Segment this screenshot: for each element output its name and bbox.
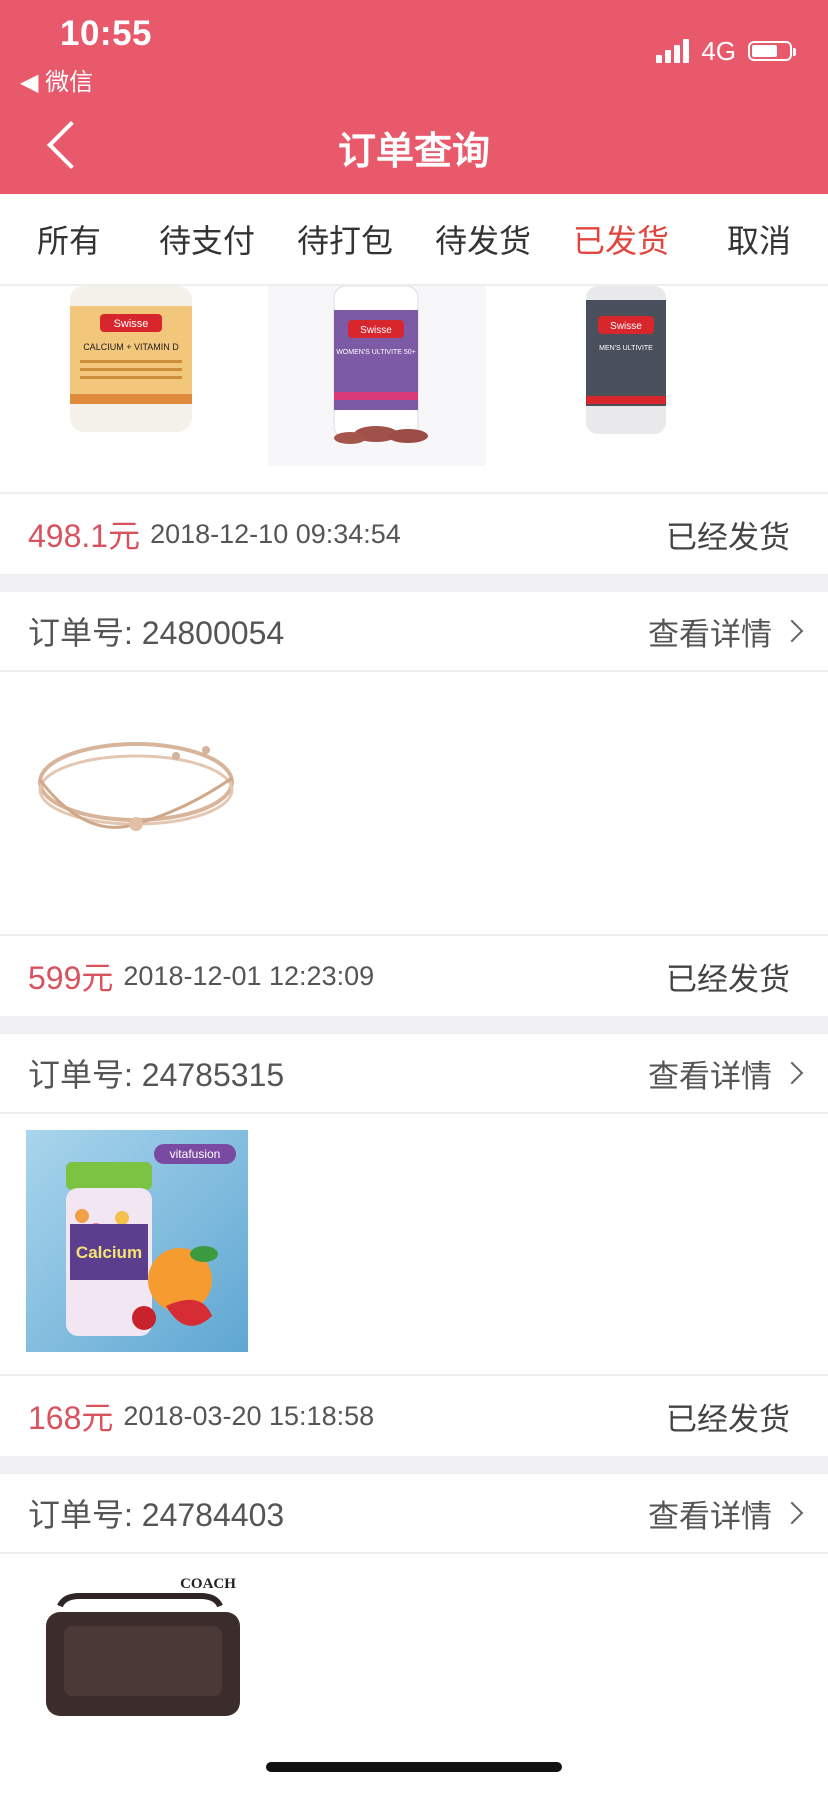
tab-pending-packing[interactable]: 待打包 xyxy=(276,194,414,284)
order-number: 订单号: 24800054 xyxy=(28,615,285,651)
order-summary-row: 498.1元 2018-12-10 09:34:54 已经发货 xyxy=(0,494,828,574)
product-name: WOMEN'S ULTIVITE 50+ xyxy=(336,349,416,356)
order-header: 订单号: 24785315 查看详情 xyxy=(0,1034,828,1114)
order-list: Swisse CALCIUM + VITAMIN D Swisse WOMEN'… xyxy=(0,286,828,1716)
order-summary-row: 168元 2018-03-20 15:18:58 已经发货 xyxy=(0,1376,828,1456)
product-thumbnail[interactable]: Swisse CALCIUM + VITAMIN D xyxy=(66,286,196,434)
view-details-label: 查看详情 xyxy=(648,1498,772,1534)
order-price: 498.1元 xyxy=(28,518,141,554)
brand-swisse: Swisse xyxy=(610,321,642,332)
brand-vitafusion: vitafusion xyxy=(170,1147,221,1161)
order-status-tabs: 所有 待支付 待打包 待发货 已发货 取消 xyxy=(0,194,828,286)
product-images-row[interactable]: vitafusion Calcium xyxy=(0,1114,828,1376)
product-name: MEN'S ULTIVITE xyxy=(599,345,653,352)
bag-icon[interactable]: COACH xyxy=(40,1566,250,1716)
status-back-to-app[interactable]: ◀ 微信 xyxy=(20,62,93,97)
tab-cancelled[interactable]: 取消 xyxy=(690,194,828,284)
brand-swisse: Swisse xyxy=(360,325,392,336)
tab-shipped[interactable]: 已发货 xyxy=(552,194,690,284)
view-details-link[interactable]: 查看详情 xyxy=(648,1051,804,1096)
product-thumbnail[interactable]: vitafusion Calcium xyxy=(26,1130,248,1352)
bracelet-icon[interactable] xyxy=(26,720,250,870)
divider xyxy=(0,1456,828,1474)
brand-swisse: Swisse xyxy=(114,318,149,330)
order-status: 已经发货 xyxy=(666,961,790,997)
divider xyxy=(0,574,828,592)
order-date: 2018-12-10 09:34:54 xyxy=(150,518,401,549)
brand-coach: COACH xyxy=(180,1576,236,1592)
tab-pending-payment[interactable]: 待支付 xyxy=(138,194,276,284)
product-name: Calcium xyxy=(76,1243,142,1262)
order-date: 2018-03-20 15:18:58 xyxy=(123,1400,375,1431)
product-thumbnail[interactable]: Swisse MEN'S ULTIVITE xyxy=(584,286,668,436)
divider xyxy=(0,1016,828,1034)
product-images-row[interactable]: Swisse CALCIUM + VITAMIN D Swisse WOMEN'… xyxy=(0,286,828,494)
chevron-right-icon xyxy=(780,1501,804,1525)
chevron-right-icon xyxy=(780,1061,804,1085)
product-thumbnail[interactable]: Swisse WOMEN'S ULTIVITE 50+ xyxy=(268,286,486,466)
order-number: 订单号: 24785315 xyxy=(28,1057,285,1093)
product-images-row[interactable] xyxy=(0,672,828,936)
product-images-row[interactable]: COACH xyxy=(0,1554,828,1716)
order-header: 订单号: 24800054 查看详情 xyxy=(0,592,828,672)
view-details-label: 查看详情 xyxy=(648,1058,772,1094)
order-status: 已经发货 xyxy=(666,1401,790,1437)
view-details-link[interactable]: 查看详情 xyxy=(648,609,804,654)
view-details-label: 查看详情 xyxy=(648,616,772,652)
signal-icon xyxy=(656,39,690,63)
order-date: 2018-12-01 12:23:09 xyxy=(123,960,375,991)
order-price: 599元 xyxy=(28,960,114,996)
order-price: 168元 xyxy=(28,1400,114,1436)
status-time: 10:55 xyxy=(60,14,153,53)
order-number: 订单号: 24784403 xyxy=(28,1497,285,1533)
home-indicator[interactable] xyxy=(266,1762,562,1772)
chevron-right-icon xyxy=(780,619,804,643)
order-status: 已经发货 xyxy=(666,519,790,555)
order-summary-row: 599元 2018-12-01 12:23:09 已经发货 xyxy=(0,936,828,1016)
tab-all[interactable]: 所有 xyxy=(0,194,138,284)
order-header: 订单号: 24784403 查看详情 xyxy=(0,1474,828,1554)
product-name: CALCIUM + VITAMIN D xyxy=(83,342,179,352)
network-type: 4G xyxy=(701,35,736,66)
page-title: 订单查询 xyxy=(337,131,490,173)
view-details-link[interactable]: 查看详情 xyxy=(648,1491,804,1536)
tab-pending-shipment[interactable]: 待发货 xyxy=(414,194,552,284)
header-bar: 10:55 ◀ 微信 4G 订单查询 xyxy=(0,0,828,194)
status-indicators: 4G xyxy=(656,35,796,66)
battery-icon xyxy=(748,41,796,61)
